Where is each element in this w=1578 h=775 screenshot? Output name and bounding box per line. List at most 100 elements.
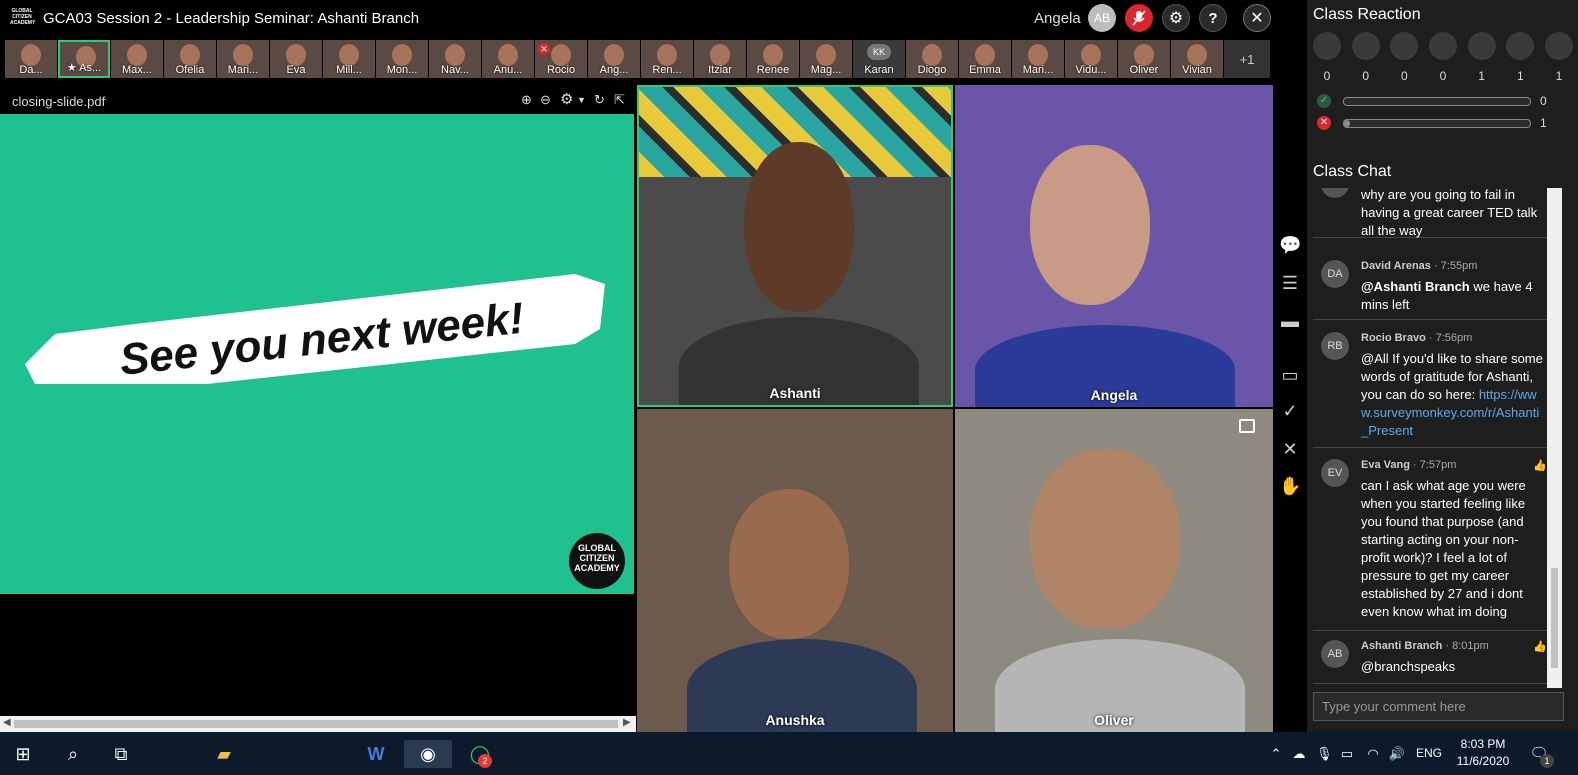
battery-icon[interactable]: ▭ [1338, 740, 1356, 768]
poll-no-fill [1344, 120, 1350, 127]
participant-thumbnail[interactable]: Nav... [429, 40, 481, 78]
participant-name: Rocio [546, 64, 576, 76]
participant-name: Vivian [1182, 64, 1212, 76]
close-session-button[interactable]: ✕ [1243, 4, 1271, 32]
list-icon[interactable]: ☰ [1279, 272, 1301, 294]
participant-thumbnail[interactable]: Diogo [906, 40, 958, 78]
participant-thumbnail[interactable]: Mag... [800, 40, 852, 78]
folder-icon[interactable]: ▬ [1279, 310, 1301, 332]
participant-thumbnail[interactable]: Da... [5, 40, 57, 78]
chat-time: · 7:55pm [1430, 260, 1478, 272]
participant-thumbnail[interactable]: KK Karan [853, 40, 905, 78]
participant-thumbnail[interactable]: Vidu... [1065, 40, 1117, 78]
chat-message: why are you going to fail in having a gr… [1313, 188, 1553, 238]
top-bar: GLOBAL CITIZEN ACADEMY GCA03 Session 2 -… [0, 0, 1316, 36]
check-icon[interactable]: ✓ [1279, 400, 1301, 422]
chat-message-text: can I ask what age you were when you sta… [1361, 478, 1526, 619]
scroll-right-icon[interactable]: ▶ [623, 717, 631, 728]
task-view-icon[interactable]: ⧉ [106, 740, 136, 768]
participant-thumbnail[interactable]: Oliver [1118, 40, 1170, 78]
participant-thumbnail[interactable]: Ofelia [164, 40, 216, 78]
mention[interactable]: @Ashanti Branch [1361, 279, 1470, 294]
user-avatar[interactable]: AB [1088, 4, 1116, 32]
participant-thumbnail[interactable]: Vivian [1171, 40, 1223, 78]
scroll-thumb[interactable] [1551, 568, 1558, 668]
video-tile-oliver[interactable]: Oliver [955, 409, 1273, 732]
thumbs-up-icon: 👍 [1533, 460, 1547, 472]
scroll-thumb[interactable] [14, 720, 618, 728]
search-icon[interactable]: ⌕ [58, 740, 88, 768]
horizontal-scrollbar[interactable]: ◀ ▶ [0, 716, 636, 732]
participant-name: Vidu... [1075, 64, 1107, 76]
windows-start-icon[interactable]: ⊞ [8, 740, 38, 768]
zoom-in-icon[interactable]: ⊕ [521, 92, 532, 108]
chrome-icon[interactable]: ◉ [404, 740, 452, 768]
thinking-emoji-icon[interactable] [1428, 32, 1457, 60]
participant-thumbnail[interactable]: Emma [959, 40, 1011, 78]
sad-emoji-icon[interactable] [1351, 32, 1380, 60]
language-indicator[interactable]: ENG [1416, 746, 1442, 760]
word-icon[interactable]: W [360, 740, 392, 768]
gear-icon: ⚙ [1168, 10, 1184, 27]
help-button[interactable]: ? [1199, 4, 1227, 32]
taskbar-clock[interactable]: 8:03 PM 11/6/2020 [1451, 736, 1515, 770]
swap-camera-icon[interactable] [1239, 419, 1255, 433]
participant-face [1134, 44, 1154, 66]
side-panel: Class Reaction 0 0 0 0 1 1 1 ✓ 0 ✕ 1 Cla… [1307, 0, 1578, 732]
chevron-up-icon[interactable]: ⌃ [1268, 740, 1284, 768]
video-tile-ashanti[interactable]: Ashanti [637, 85, 953, 407]
video-tile-angela[interactable]: Angela [955, 85, 1273, 407]
participant-thumbnail[interactable]: Max... [111, 40, 163, 78]
participant-thumbnail[interactable]: ✕ Rocio [535, 40, 587, 78]
comment-input[interactable] [1313, 692, 1564, 721]
participant-thumbnail[interactable]: Mari... [217, 40, 269, 78]
file-explorer-icon[interactable]: ▰ [208, 740, 240, 768]
participant-thumbnail[interactable]: Anu... [482, 40, 534, 78]
participant-thumbnail[interactable]: Itziar [694, 40, 746, 78]
chevron-down-icon[interactable]: ▼ [577, 95, 586, 105]
participant-thumbnail[interactable]: ★ As... [58, 40, 110, 78]
refresh-icon[interactable]: ↻ [594, 92, 605, 108]
poll-yes-row: ✓ 0 [1317, 93, 1567, 109]
participant-thumbnail[interactable]: Ren... [641, 40, 693, 78]
smile-emoji-icon[interactable] [1313, 32, 1341, 60]
cloud-icon[interactable]: ☁ [1290, 740, 1308, 768]
laugh-emoji-icon[interactable] [1467, 32, 1496, 60]
participant-thumbnail[interactable]: Mari... [1012, 40, 1064, 78]
raise-hand-icon[interactable]: ✋ [1279, 475, 1301, 497]
scroll-left-icon[interactable]: ◀ [3, 717, 11, 728]
wave-emoji-icon[interactable] [1544, 32, 1573, 60]
mic-muted-button[interactable] [1125, 4, 1153, 32]
participant-thumbnail[interactable]: Eva [270, 40, 322, 78]
clap-emoji-icon[interactable] [1390, 32, 1419, 60]
participant-name: Eva [286, 64, 306, 76]
participant-thumbnail[interactable]: Ang... [588, 40, 640, 78]
participant-face [657, 44, 677, 66]
chat-scrollbar[interactable] [1547, 188, 1562, 688]
x-icon[interactable]: ✕ [1279, 438, 1301, 460]
screen-share-icon[interactable]: ▭ [1279, 364, 1301, 386]
video-tile-anushka[interactable]: Anushka [637, 409, 953, 732]
volume-icon[interactable]: 🔊 [1388, 740, 1406, 768]
reaction-count: 0 [1439, 69, 1447, 83]
more-participants-button[interactable]: +1 [1224, 40, 1270, 78]
gear-icon[interactable]: ⚙ [560, 90, 573, 108]
participant-name: Max... [122, 64, 152, 76]
chat-message: DA David Arenas · 7:55pm @Ashanti Branch… [1313, 260, 1553, 320]
participant-thumbnail[interactable]: Mon... [376, 40, 428, 78]
wifi-icon[interactable]: ◠ [1364, 740, 1382, 768]
external-link-icon[interactable]: ⇱ [614, 92, 625, 108]
removed-icon: ✕ [538, 43, 550, 55]
chat-message-meta: Ashanti Branch · 8:01pm [1361, 640, 1489, 652]
video-person-head [744, 142, 854, 312]
chat-bubble-icon[interactable]: 💬 [1279, 234, 1301, 256]
microphone-icon[interactable]: 🎙 [1316, 740, 1333, 768]
participant-thumbnail[interactable]: Renee [747, 40, 799, 78]
notification-badge: 1 [1540, 754, 1554, 768]
settings-button[interactable]: ⚙ [1162, 4, 1190, 32]
participant-thumbnail[interactable]: Mill... [323, 40, 375, 78]
zoom-out-icon[interactable]: ⊖ [540, 92, 551, 108]
surprised-emoji-icon[interactable] [1506, 32, 1535, 60]
gca-logo: GLOBAL CITIZEN ACADEMY [10, 8, 36, 26]
participant-face [816, 44, 836, 66]
